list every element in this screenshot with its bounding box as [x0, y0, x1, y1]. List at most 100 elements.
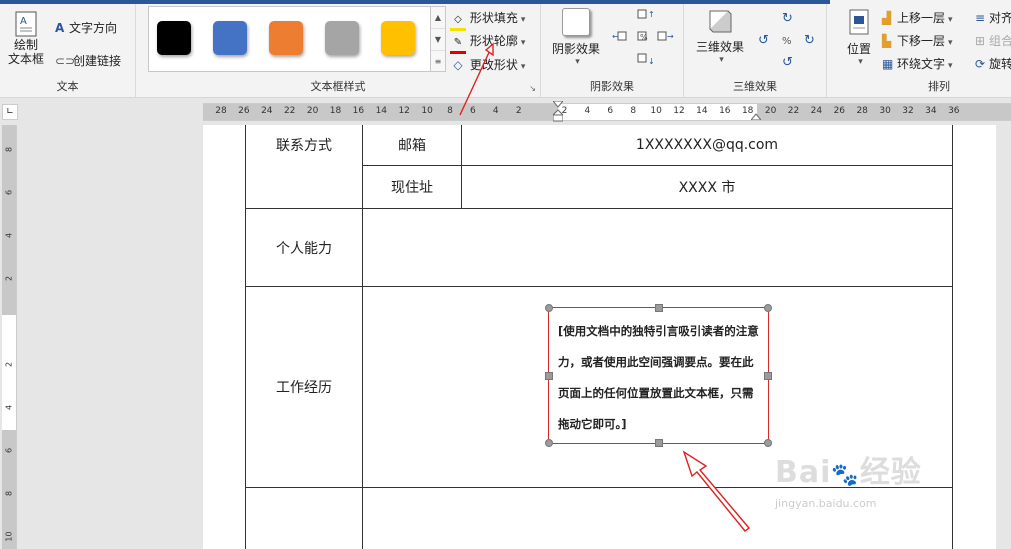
rotate-icon: ⟳ — [975, 57, 986, 71]
shapes-icon: ◇ — [453, 58, 463, 72]
ability-value-cell[interactable] — [363, 209, 952, 286]
textbox-icon: A — [13, 10, 39, 38]
ruler-h-label: 34 — [925, 106, 937, 116]
resize-handle-bottom-left[interactable] — [545, 439, 553, 447]
address-value[interactable]: XXXX 市 — [462, 166, 952, 208]
ruler-v-label: 8 — [4, 146, 14, 153]
shape-fill-button[interactable]: ◇ 形状填充 ▾ — [450, 9, 525, 31]
dialog-launcher-icon[interactable]: ↘ — [529, 84, 536, 93]
chevron-down-icon: ▾ — [948, 61, 953, 71]
svg-text:↻: ↻ — [804, 33, 815, 48]
style-swatch-black[interactable] — [157, 21, 191, 55]
horizontal-ruler[interactable]: 28 26 24 22 20 18 16 14 12 10 8 6 4 2 2 4 6 8 10 12 14 16 18 20… — [203, 101, 1011, 122]
3d-effects-button[interactable]: 三维效果 ▾ — [692, 8, 748, 65]
nudge-shadow-icons[interactable]: ↑ ← % → ↓ — [612, 8, 674, 68]
style-gallery: ▲ ▼ ≡ — [148, 6, 446, 72]
ruler-h-label: 30 — [879, 106, 891, 116]
text-direction-icon: A — [55, 21, 65, 35]
wrap-text-button[interactable]: ▦ 环绕文字 ▾ — [882, 55, 953, 72]
ruler-v-label: 2 — [4, 361, 14, 368]
ruler-h-label: 12 — [398, 106, 410, 116]
group-objects-button[interactable]: ⊞ 组合 — [975, 32, 1011, 49]
send-backward-label: 下移一层 — [897, 34, 946, 48]
paint-bucket-icon: ◇ — [450, 14, 466, 31]
ruler-h-label: 2 — [515, 106, 522, 116]
style-swatch-blue[interactable] — [213, 21, 247, 55]
quote-textbox[interactable]: [使用文档中的独特引言吸引读者的注意力，或者使用此空间强调要点。要在此页面上的任… — [548, 307, 769, 444]
address-label: 现住址 — [391, 180, 433, 196]
tab-selector[interactable]: ∟ — [2, 104, 18, 120]
shadow-effects-label: 阴影效果 — [551, 42, 600, 56]
svg-text:↑: ↑ — [648, 10, 655, 19]
style-swatch-gray[interactable] — [325, 21, 359, 55]
style-swatch-orange[interactable] — [269, 21, 303, 55]
tilt-3d-icons[interactable]: ↻ ↺ % ↻ ↺ — [756, 8, 820, 68]
watermark-brand2: 经验 — [859, 455, 922, 490]
resize-handle-bottom-right[interactable] — [764, 439, 772, 447]
ruler-h-label: 24 — [810, 106, 823, 116]
contact-label: 联系方式 — [276, 138, 332, 154]
group-shadow-label: 阴影效果 — [590, 80, 634, 93]
email-value[interactable]: 1XXXXXXX@qq.com — [462, 125, 952, 165]
ruler-h-label: 12 — [673, 106, 685, 116]
change-shape-label: 更改形状 — [469, 58, 518, 72]
gallery-more-icon[interactable]: ≡ — [431, 51, 445, 72]
shadow-effects-button[interactable]: 阴影效果 ▾ — [548, 8, 604, 67]
vertical-ruler[interactable]: 8 6 4 2 2 4 6 8 10 — [2, 125, 17, 549]
ruler-h-label: 4 — [584, 106, 591, 116]
text-direction-button[interactable]: A 文字方向 — [55, 19, 117, 36]
resize-handle-right[interactable] — [764, 372, 772, 380]
gallery-down-icon[interactable]: ▼ — [431, 29, 445, 51]
ruler-h-label: 8 — [447, 106, 453, 116]
ruler-h-label: 4 — [492, 106, 499, 116]
ruler-h-label: 18 — [329, 106, 342, 116]
group-3d-label: 三维效果 — [733, 80, 777, 93]
watermark-url: jingyan.baidu.com — [775, 497, 877, 510]
chevron-down-icon: ▾ — [575, 57, 580, 67]
send-backward-icon: ▙ — [882, 34, 892, 48]
resize-handle-left[interactable] — [545, 372, 553, 380]
ruler-v-label: 6 — [4, 447, 14, 454]
textbox-content[interactable]: [使用文档中的独特引言吸引读者的注意力，或者使用此空间强调要点。要在此页面上的任… — [558, 316, 762, 440]
ruler-v-label: 4 — [4, 232, 14, 239]
ruler-h-label: 24 — [261, 106, 273, 116]
gallery-scroll[interactable]: ▲ ▼ ≡ — [430, 7, 445, 71]
change-shape-button[interactable]: ◇ 更改形状 ▾ — [450, 56, 525, 73]
ruler-v-label: 10 — [4, 531, 14, 542]
ruler-h-label: 20 — [306, 106, 319, 116]
shape-outline-button[interactable]: ✎ 形状轮廓 ▾ — [450, 32, 525, 54]
shape-fill-label: 形状填充 — [469, 11, 518, 25]
draw-textbox-button[interactable]: A 绘制 文本框 — [6, 10, 46, 66]
position-button[interactable]: 位置 ▾ — [840, 8, 878, 67]
svg-text:%: % — [640, 33, 648, 42]
ruler-v-label: 6 — [4, 189, 14, 196]
svg-text:↻: ↻ — [782, 11, 793, 26]
bring-forward-button[interactable]: ▟ 上移一层 ▾ — [882, 9, 953, 26]
align-icon: ≡ — [975, 11, 986, 25]
chevron-down-icon: ▾ — [719, 55, 724, 65]
align-button[interactable]: ≡ 对齐 — [975, 9, 1011, 26]
ruler-h-label: 28 — [215, 106, 227, 116]
ruler-h-label: 22 — [787, 106, 800, 116]
ability-label: 个人能力 — [276, 240, 332, 257]
chevron-down-icon: ▾ — [520, 15, 526, 25]
gallery-up-icon[interactable]: ▲ — [431, 7, 445, 29]
resize-handle-top[interactable] — [655, 304, 663, 312]
ruler-h-label: 36 — [948, 106, 960, 116]
paw-icon: 🐾 — [831, 463, 860, 488]
rotate-button[interactable]: ⟳ 旋转 — [975, 55, 1011, 72]
style-swatch-gold[interactable] — [381, 21, 415, 55]
resize-handle-bottom[interactable] — [655, 439, 663, 447]
resize-handle-top-left[interactable] — [545, 304, 553, 312]
ruler-h-label: 32 — [902, 106, 914, 116]
create-link-button[interactable]: ⊂⊃创建链接 — [55, 52, 121, 69]
pen-icon: ✎ — [450, 37, 466, 54]
send-backward-button[interactable]: ▙ 下移一层 ▾ — [882, 32, 953, 49]
wrap-text-label: 环绕文字 — [897, 57, 946, 71]
email-label: 邮箱 — [398, 138, 426, 154]
svg-text:↺: ↺ — [758, 33, 769, 48]
ruler-h-label: 20 — [764, 106, 777, 116]
chevron-down-icon: ▾ — [858, 57, 863, 67]
ruler-v-label: 4 — [4, 404, 14, 411]
resize-handle-top-right[interactable] — [764, 304, 772, 312]
